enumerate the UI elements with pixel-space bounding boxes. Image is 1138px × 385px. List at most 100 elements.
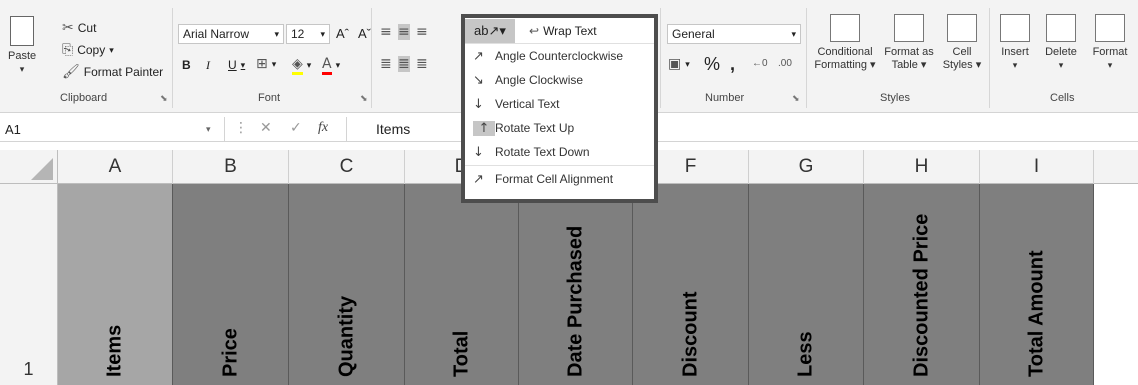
orientation-button[interactable]: ab↗▾ [465,18,515,43]
row-1: 1 Items Price Quantity Total Date Purchased D… [0,184,1138,385]
column-header-c[interactable]: C [289,150,405,184]
select-all-triangle-icon [31,158,53,180]
wrap-text-button[interactable]: ↩ Wrap Text [529,24,597,38]
fill-color-button[interactable]: ◈ ▾ [292,56,311,75]
align-right-button[interactable]: ≣ [416,56,428,72]
column-header-h[interactable]: H [864,150,980,184]
vertical-text-icon: ↓ [473,96,484,112]
cell-a1[interactable]: Items [58,184,173,385]
align-center-button[interactable]: ≣ [398,56,410,72]
cut-button[interactable]: ✂ Cut [62,20,96,36]
align-top-icon: ≡ [380,24,392,40]
format-cell-alignment-icon: ↗ [473,171,484,187]
copy-label: Copy [77,43,106,57]
column-header-b[interactable]: B [173,150,289,184]
select-all-corner[interactable] [0,150,58,184]
cell-i1[interactable]: Total Amount [980,184,1094,385]
bold-button[interactable]: B [182,58,191,72]
cell-styles-label-2: Styles ▾ [942,59,982,71]
format-button[interactable]: Format ▾ [1086,14,1134,72]
row-header[interactable]: 1 [0,184,58,385]
column-header-i[interactable]: I [980,150,1094,184]
copy-button[interactable]: ⎘ Copy ▾ [62,42,114,58]
grow-font-button[interactable]: Aˆ [336,26,349,41]
number-format-combo[interactable]: General ▾ [667,24,801,44]
menu-item-rotate-text-down[interactable]: ↓ Rotate Text Down [465,140,654,164]
dialog-launcher-icon[interactable]: ⬊ [360,93,368,104]
menu-item-label: Angle Counterclockwise [495,49,624,63]
angle-clockwise-icon: ↘ [473,72,484,88]
align-left-button[interactable]: ≣ [380,56,392,72]
cell-text: Date Purchased [564,225,586,377]
font-size-combo[interactable]: 12 ▾ [286,24,330,44]
chevron-down-icon: ▾ [1107,60,1113,70]
cell-d1[interactable]: Total [405,184,519,385]
menu-item-vertical-text[interactable]: ↓ Vertical Text [465,92,654,116]
cell-e1[interactable]: Date Purchased [519,184,633,385]
menu-item-label: Format Cell Alignment [495,172,614,186]
delete-label: Delete [1045,46,1077,58]
paste-button[interactable]: Paste ▾ [8,16,36,76]
decrease-decimal-button[interactable]: .00 [778,58,792,69]
delete-button[interactable]: Delete ▾ [1038,14,1084,72]
cell-f1[interactable]: Discount [633,184,749,385]
underline-label: U [228,58,237,72]
conditional-formatting-button[interactable]: Conditional Formatting ▾ [814,14,876,72]
cell-c1[interactable]: Quantity [289,184,405,385]
enter-icon[interactable]: ✓ [290,120,302,136]
bottom-align-button[interactable]: ≡ [416,24,428,40]
dialog-launcher-icon[interactable]: ⬊ [160,93,168,104]
column-header-g[interactable]: G [749,150,864,184]
top-align-button[interactable]: ≡ [380,24,392,40]
chevron-down-icon: ▾ [109,44,114,55]
font-color-button[interactable]: A ▾ [322,56,340,75]
increase-decimal-button[interactable]: ←0 [752,58,768,69]
cell-g1[interactable]: Less [749,184,864,385]
comma-icon: , [730,54,736,74]
chevron-down-icon: ▾ [335,60,341,70]
dialog-launcher-icon[interactable]: ⬊ [792,93,800,104]
shrink-font-button[interactable]: Aˇ [358,26,371,41]
cell-b1[interactable]: Price [173,184,289,385]
insert-function-icon[interactable]: fx [318,120,328,136]
menu-item-angle-counterclockwise[interactable]: ↗ Angle Counterclockwise [465,44,654,68]
font-group-label: Font [258,92,281,104]
conditional-formatting-icon [830,14,860,42]
cell-styles-button[interactable]: Cell Styles ▾ [940,14,984,72]
column-header-a[interactable]: A [58,150,173,184]
underline-button[interactable]: U ▾ [228,58,245,72]
font-name-combo[interactable]: Arial Narrow ▾ [178,24,284,44]
percent-style-button[interactable]: % [704,54,720,75]
formula-input[interactable]: Items [376,121,410,137]
fill-color-icon: ◈ [292,56,303,75]
chevron-down-icon: ▾ [274,28,279,39]
insert-button[interactable]: Insert ▾ [994,14,1036,72]
menu-item-rotate-text-up[interactable]: ↑ Rotate Text Up [465,116,654,140]
cell-styles-label: Cell [952,46,972,58]
styles-group-label: Styles [880,92,910,104]
align-left-icon: ≣ [380,56,392,72]
name-box[interactable]: A1 ▾ [0,117,225,142]
insert-label: Insert [1001,46,1029,58]
format-painter-button[interactable]: 🖌 Format Painter [62,64,163,80]
copy-icon: ⎘ [62,42,74,58]
divider [172,8,173,108]
middle-align-button[interactable]: ≡ [398,24,410,40]
cell-h1[interactable]: Discounted Price [864,184,980,385]
chevron-down-icon: ▾ [320,28,325,39]
paste-label: Paste [8,50,37,62]
chevron-down-icon: ▾ [240,59,246,70]
menu-item-format-cell-alignment[interactable]: ↗ Format Cell Alignment [465,167,654,191]
comma-style-button[interactable]: , [730,54,735,75]
menu-item-angle-clockwise[interactable]: ↘ Angle Clockwise [465,68,654,92]
accounting-format-button[interactable]: ▣ ▾ [668,56,690,72]
italic-button[interactable]: I [206,58,210,73]
scissors-icon: ✂ [62,20,74,36]
font-name-value: Arial Narrow [183,27,250,41]
cancel-icon[interactable]: ✕ [260,120,272,136]
format-as-table-button[interactable]: Format as Table ▾ [880,14,938,72]
increase-decimal-icon: ←0 [752,58,768,69]
format-as-label: Format as [884,46,934,58]
borders-button[interactable]: ⊞ ▾ [256,56,276,72]
align-right-icon: ≣ [416,56,428,72]
